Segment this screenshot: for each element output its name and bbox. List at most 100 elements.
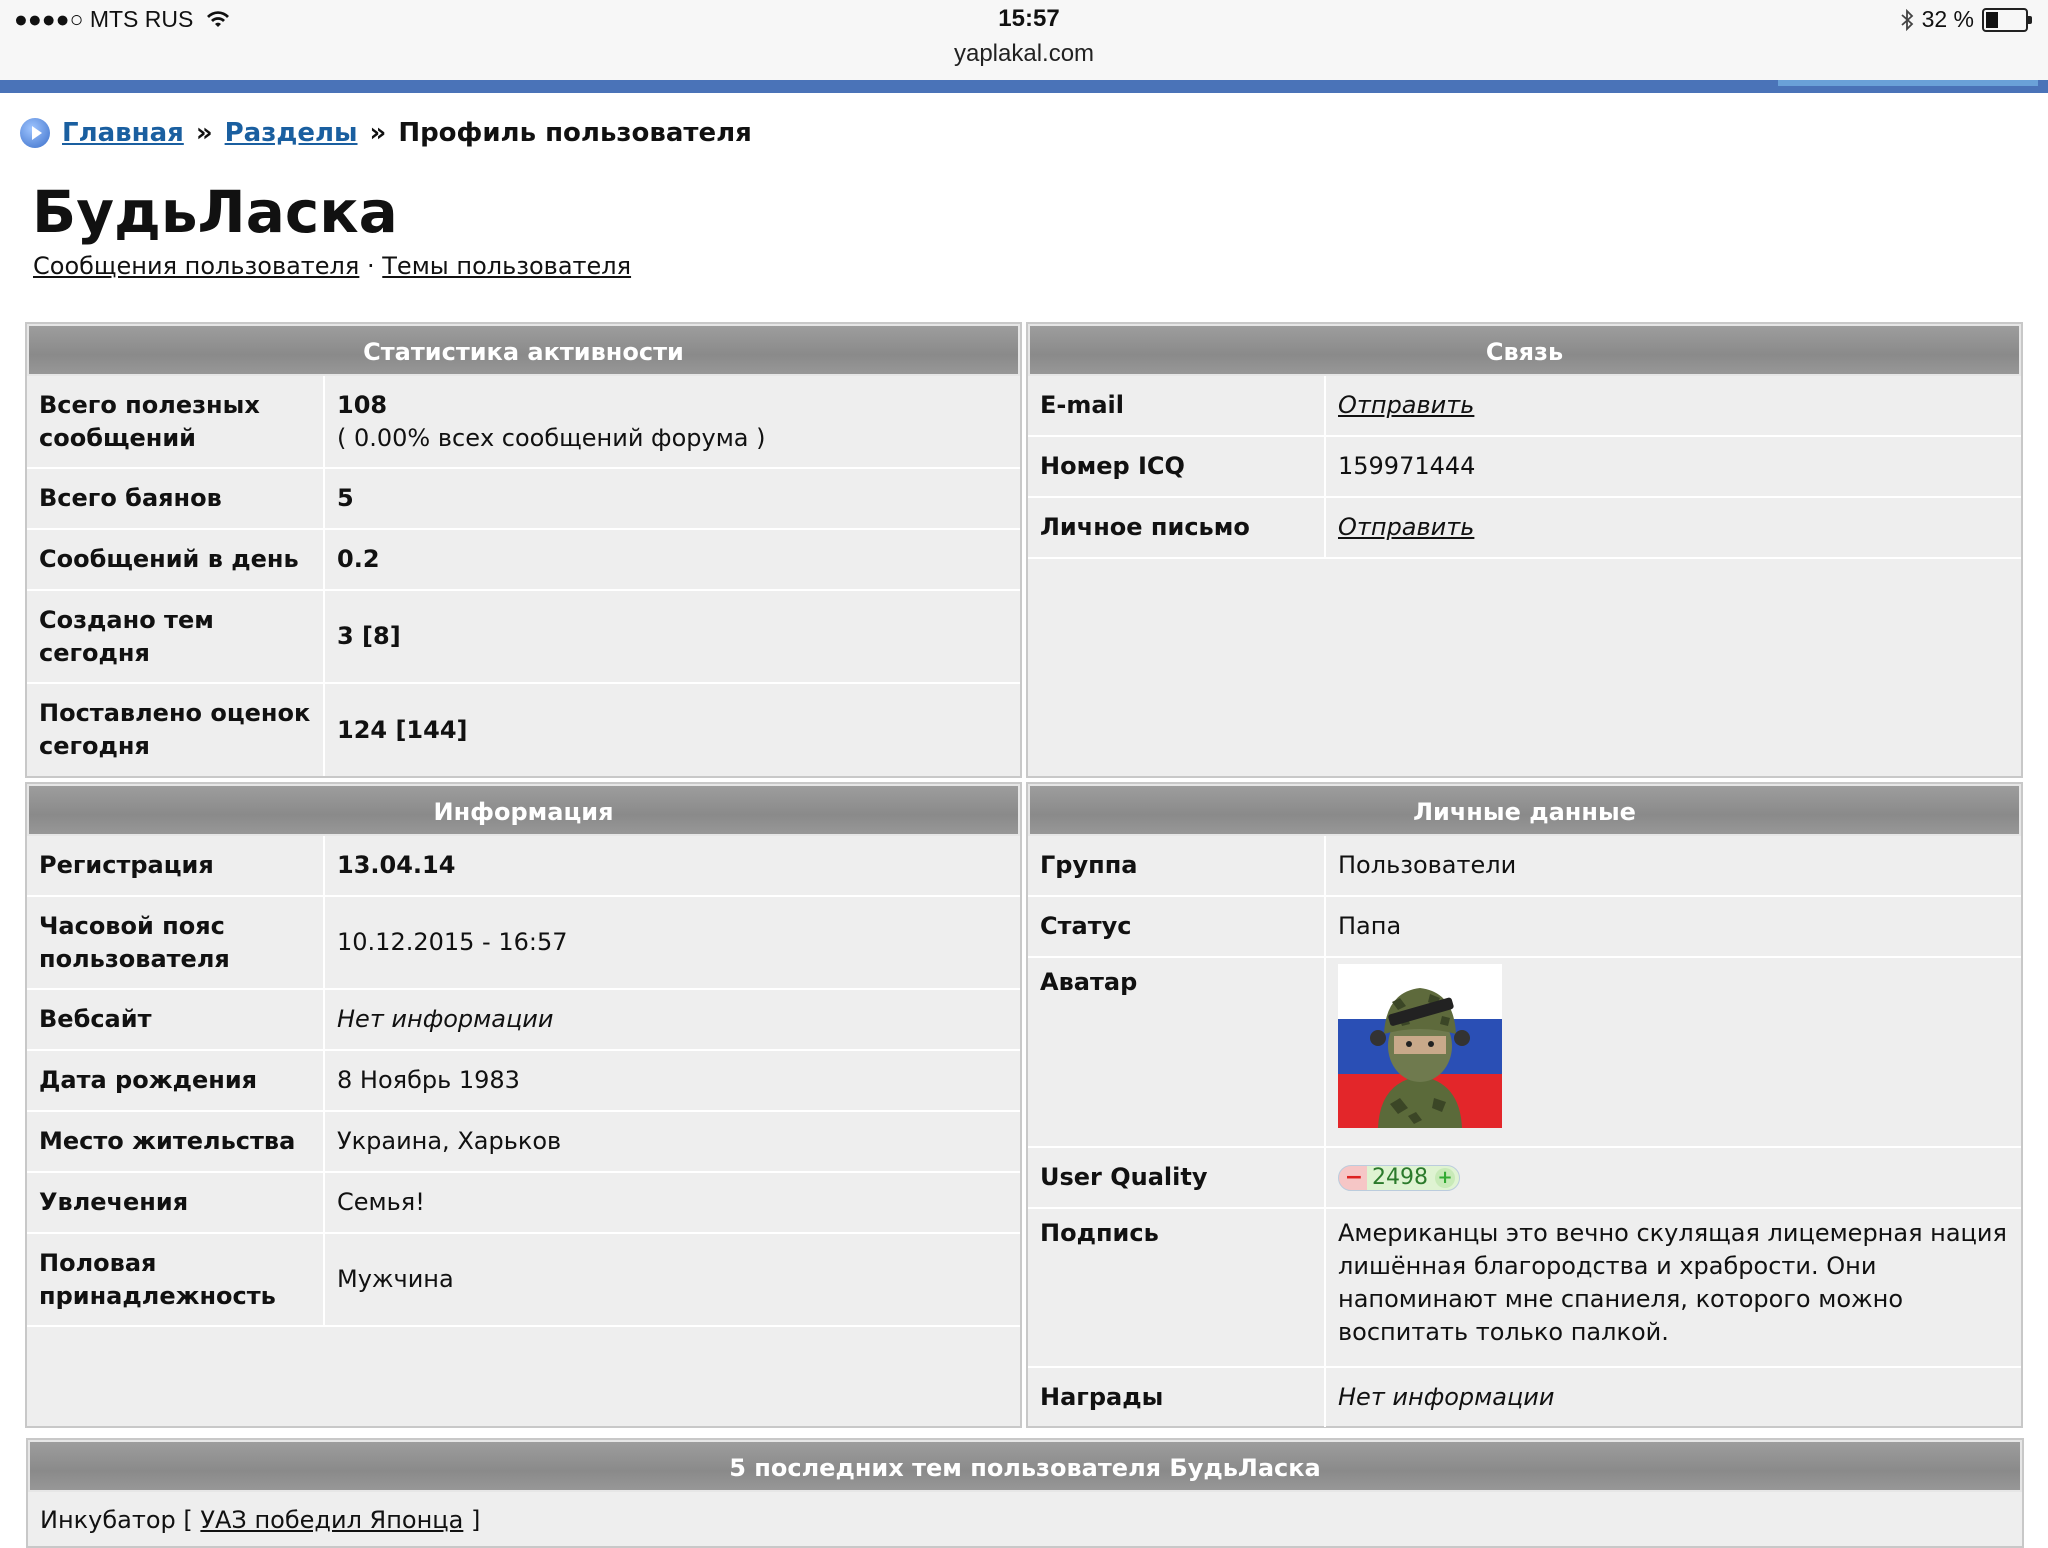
avatar-image [1338,964,1502,1128]
personal-row: Подпись Американцы это вечно скулящая ли… [1028,1209,2021,1368]
personal-row: Аватар [1028,958,2021,1148]
breadcrumb-separator: » [195,118,213,148]
personal-row: User Quality − 2498 + [1028,1148,2021,1209]
breadcrumb-sections-link[interactable]: Разделы [225,118,358,148]
row-value: Папа [1338,912,1402,940]
row-value: Отправить [1326,498,2021,557]
address-url[interactable]: yaplakal.com [0,40,2048,68]
personal-row: Статус Папа [1028,897,2021,958]
row-label: Всего полезных сообщений [27,376,325,467]
row-value: 0.2 [337,545,380,573]
personal-row: Награды Нет информации [1028,1368,2021,1427]
row-label: Всего баянов [27,469,325,528]
play-circle-icon [20,118,50,148]
send-email-link[interactable]: Отправить [1338,389,2009,422]
row-value: 8 Ноябрь 1983 [337,1066,520,1094]
info-row: Половая принадлежность Мужчина [27,1234,1020,1327]
row-value [1326,958,2021,1146]
breadcrumb-separator: » [369,118,387,148]
personal-row: Группа Пользователи [1028,836,2021,897]
last-topics-panel: 5 последних тем пользователя БудьЛаска И… [26,1438,2024,1548]
user-topics-link[interactable]: Темы пользователя [382,252,631,280]
info-row: Место жительства Украина, Харьков [27,1112,1020,1173]
row-label: Часовой пояс пользователя [27,897,325,988]
row-value: 13.04.14 [337,851,456,879]
row-value: Нет информации [1338,1383,1555,1411]
row-label: Подпись [1028,1209,1326,1366]
row-value: 108 ( 0.00% всех сообщений форума ) [325,376,1020,467]
info-row: Часовой пояс пользователя 10.12.2015 - 1… [27,897,1020,990]
info-row: Регистрация 13.04.14 [27,836,1020,897]
breadcrumb-home-link[interactable]: Главная [62,118,184,148]
row-value: Украина, Харьков [337,1127,562,1155]
user-links: Сообщения пользователя · Темы пользовате… [33,252,631,280]
row-value: 124 [144] [337,715,468,744]
row-label: Статус [1028,897,1326,956]
info-row: Вебсайт Нет информации [27,990,1020,1051]
user-quality-widget: − 2498 + [1338,1164,1460,1191]
row-value: Пользователи [1338,851,1517,879]
topic-section: Инкубатор [ [40,1506,193,1534]
row-value: 3 [8] [337,622,401,650]
row-label: Сообщений в день [27,530,325,589]
row-value: 5 [337,484,354,512]
row-label: Награды [1028,1368,1326,1427]
info-row: Увлечения Семья! [27,1173,1020,1234]
panel-header: Личные данные [1028,784,2021,836]
row-label: Увлечения [27,1173,325,1232]
row-label: Личное письмо [1028,498,1326,557]
link-separator: · [366,252,375,280]
row-label: Номер ICQ [1028,437,1326,496]
user-posts-link[interactable]: Сообщения пользователя [33,252,359,280]
row-label: E-mail [1028,376,1326,435]
row-value: Семья! [337,1188,425,1216]
ios-status-bar: ●●●●○ MTS RUS 15:57 yaplakal.com 32 % [0,0,2048,80]
clock: 15:57 [998,5,1060,32]
info-panel: Информация Регистрация 13.04.14 Часовой … [25,782,1022,1428]
stat-row: Поставлено оценок сегодня 124 [144] [27,684,1020,776]
topic-link[interactable]: УАЗ победил Японца [200,1506,463,1534]
status-right: 32 % [1900,6,2032,33]
row-label: User Quality [1028,1148,1326,1207]
breadcrumb-current: Профиль пользователя [398,118,752,148]
site-header-strip [0,80,2048,93]
header-highlight [1778,80,2038,86]
signature-text: Американцы это вечно скулящая лицемерная… [1338,1219,2007,1346]
panel-header: 5 последних тем пользователя БудьЛаска [28,1440,2022,1492]
battery-percent: 32 % [1921,6,1974,32]
panel-header: Информация [27,784,1020,836]
stat-row: Создано тем сегодня 3 [8] [27,591,1020,684]
rate-down-button[interactable]: − [1343,1161,1365,1194]
row-value: 10.12.2015 - 16:57 [337,928,568,956]
user-quality-value: 2498 [1372,1165,1428,1190]
panel-header: Статистика активности [27,324,1020,376]
total-posts-value: 108 [337,390,388,419]
row-label: Место жительства [27,1112,325,1171]
row-value: − 2498 + [1326,1148,2021,1207]
row-label: Группа [1028,836,1326,895]
row-label: Половая принадлежность [27,1234,325,1325]
row-value: Мужчина [337,1265,454,1293]
info-row: Дата рождения 8 Ноябрь 1983 [27,1051,1020,1112]
bluetooth-icon [1900,8,1913,31]
row-label: Дата рождения [27,1051,325,1110]
row-value: Нет информации [337,1005,554,1033]
topic-item: Инкубатор [ УАЗ победил Японца ] [28,1492,2022,1548]
stats-panel: Статистика активности Всего полезных соо… [25,322,1022,778]
icq-value: 159971444 [1338,452,1476,480]
avatar [1338,964,1502,1128]
page-title: БудьЛаска [32,178,398,246]
row-label: Вебсайт [27,990,325,1049]
breadcrumb: Главная » Разделы » Профиль пользователя [20,118,752,148]
contact-row: Номер ICQ 159971444 [1028,437,2021,498]
panel-header: Связь [1028,324,2021,376]
topic-close: ] [470,1506,481,1534]
stat-row: Всего полезных сообщений 108 ( 0.00% все… [27,376,1020,469]
send-pm-link[interactable]: Отправить [1338,511,2009,544]
rate-up-button[interactable]: + [1435,1167,1455,1188]
row-label: Аватар [1028,958,1326,1146]
row-label: Создано тем сегодня [27,591,325,682]
row-value: Отправить [1326,376,2021,435]
personal-panel: Личные данные Группа Пользователи Статус… [1026,782,2023,1428]
contact-row: E-mail Отправить [1028,376,2021,437]
